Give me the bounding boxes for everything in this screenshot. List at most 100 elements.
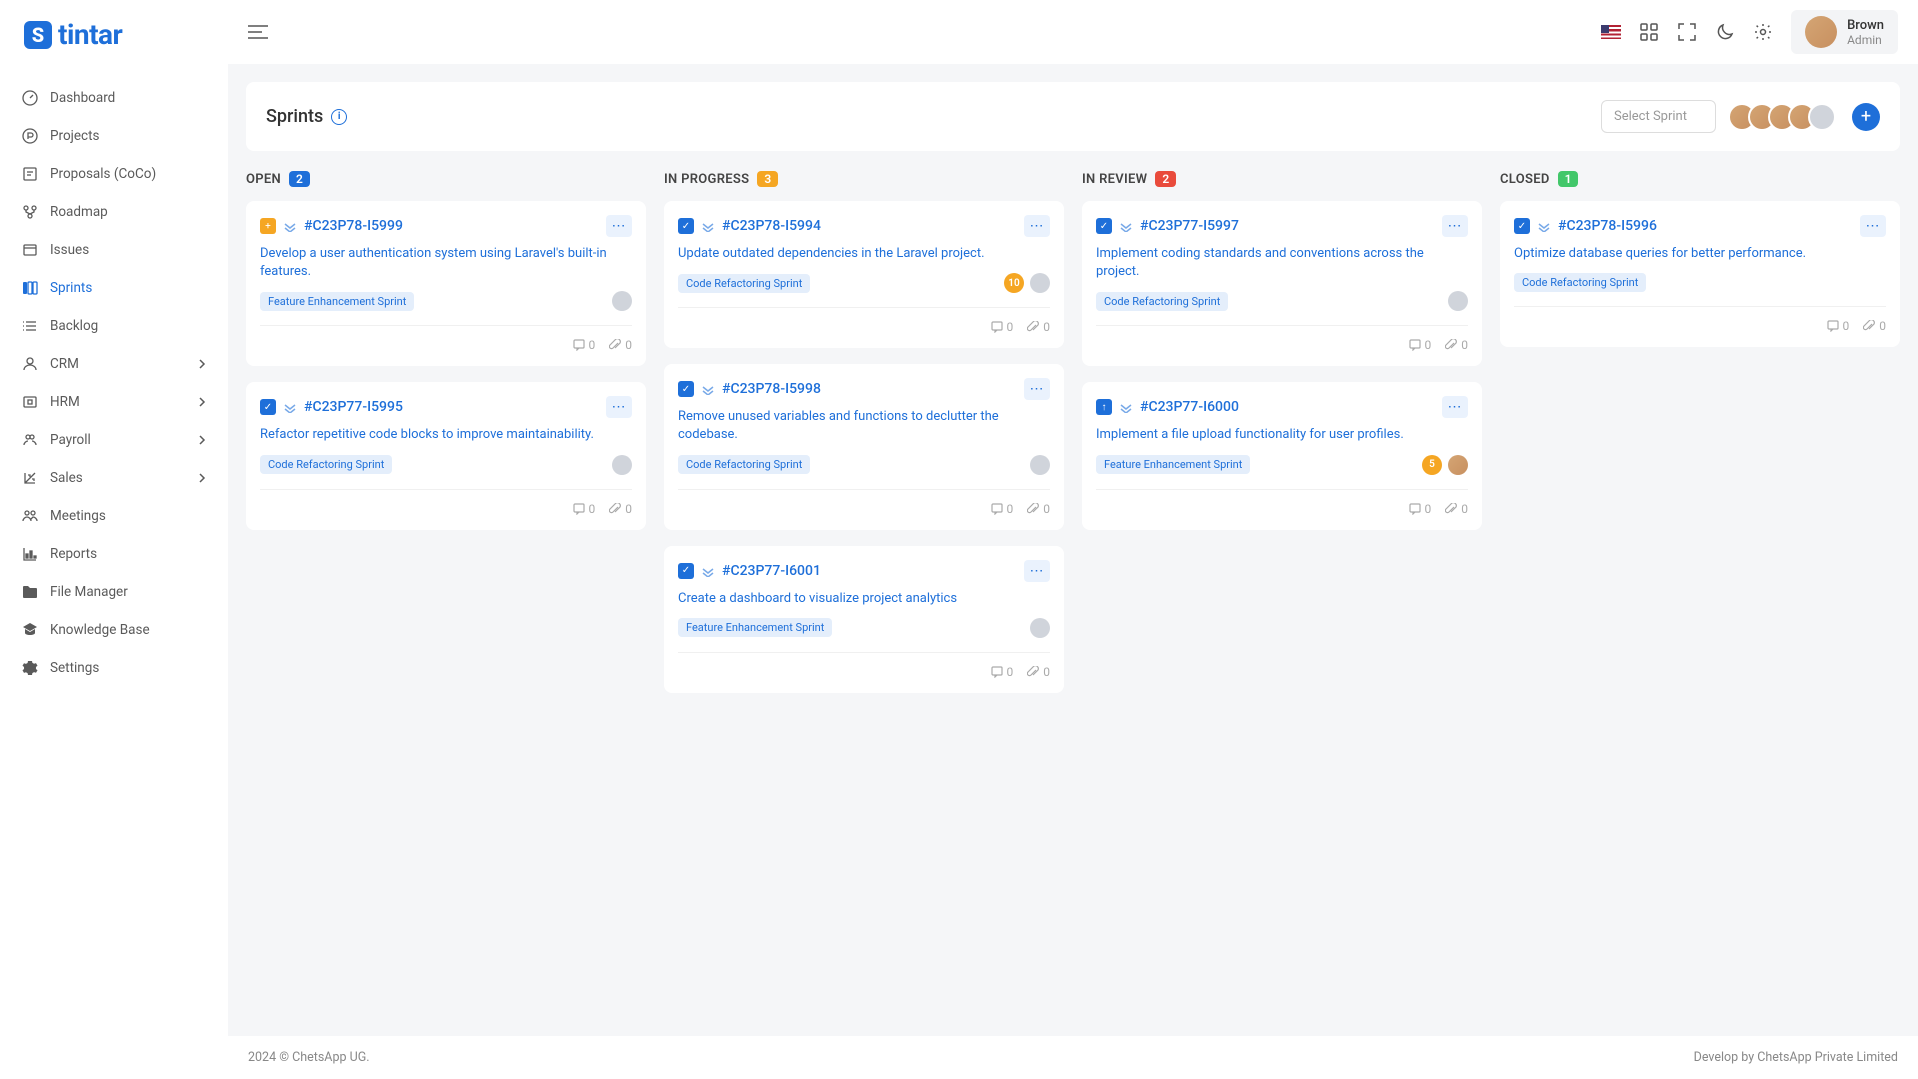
card[interactable]: ✓ #C23P78-I5998 ⋯ Remove unused variable… — [664, 364, 1064, 529]
page-header: Sprints i Select Sprint + — [246, 82, 1900, 151]
column-title: CLOSED — [1500, 172, 1550, 187]
card[interactable]: ✓ #C23P77-I6001 ⋯ Create a dashboard to … — [664, 546, 1064, 693]
avatar-stack[interactable] — [1728, 103, 1836, 131]
sidebar-item-hrm[interactable]: HRM — [0, 383, 228, 421]
card-menu-button[interactable]: ⋯ — [1442, 215, 1468, 237]
footer-right: Develop by ChetsApp Private Limited — [1694, 1050, 1898, 1065]
card-description: Develop a user authentication system usi… — [260, 245, 632, 281]
avatar — [1805, 16, 1837, 48]
logo[interactable]: tintar — [0, 0, 228, 69]
user-role: Admin — [1847, 33, 1884, 47]
sidebar-item-proposals-coco-[interactable]: Proposals (CoCo) — [0, 155, 228, 193]
sidebar-item-knowledge-base[interactable]: Knowledge Base — [0, 611, 228, 649]
sidebar-item-payroll[interactable]: Payroll — [0, 421, 228, 459]
task-type-icon: ✓ — [678, 381, 694, 397]
sidebar-item-label: Dashboard — [50, 90, 115, 106]
crm-icon — [22, 356, 38, 372]
assignee-avatar[interactable] — [1030, 273, 1050, 293]
sprint-select[interactable]: Select Sprint — [1601, 100, 1716, 133]
menu-toggle-icon[interactable] — [248, 24, 268, 40]
sidebar-item-sprints[interactable]: Sprints — [0, 269, 228, 307]
sidebar-item-backlog[interactable]: Backlog — [0, 307, 228, 345]
chevron-right-icon — [198, 359, 206, 369]
proposal-icon — [22, 166, 38, 182]
sales-icon — [22, 470, 38, 486]
sidebar-item-issues[interactable]: Issues — [0, 231, 228, 269]
assignee-avatar[interactable] — [1030, 618, 1050, 638]
assignee-avatar[interactable] — [1030, 455, 1050, 475]
card-menu-button[interactable]: ⋯ — [1024, 560, 1050, 582]
card[interactable]: ↑ #C23P77-I6000 ⋯ Implement a file uploa… — [1082, 382, 1482, 529]
priority-icon — [284, 401, 296, 413]
sprint-tag: Feature Enhancement Sprint — [678, 618, 832, 637]
dark-mode-icon[interactable] — [1715, 22, 1735, 42]
task-type-icon: ✓ — [678, 218, 694, 234]
card-menu-button[interactable]: ⋯ — [1024, 215, 1050, 237]
nav: Dashboard Projects Proposals (CoCo) Roadmap… — [0, 69, 228, 1079]
footer-left: 2024 © ChetsApp UG. — [248, 1050, 370, 1065]
priority-icon — [702, 220, 714, 232]
sidebar-item-sales[interactable]: Sales — [0, 459, 228, 497]
assignee-avatar[interactable] — [612, 291, 632, 311]
comments-count: 0 — [1409, 338, 1432, 352]
card-description: Implement a file upload functionality fo… — [1096, 426, 1468, 444]
card[interactable]: + #C23P78-I5999 ⋯ Develop a user authent… — [246, 201, 646, 366]
attachments-count: 0 — [1027, 665, 1050, 679]
card[interactable]: ✓ #C23P77-I5997 ⋯ Implement coding stand… — [1082, 201, 1482, 366]
attachments-count: 0 — [1863, 319, 1886, 333]
card-menu-button[interactable]: ⋯ — [1024, 378, 1050, 400]
priority-icon — [284, 220, 296, 232]
card-menu-button[interactable]: ⋯ — [606, 215, 632, 237]
attachments-count: 0 — [1027, 502, 1050, 516]
card-id: #C23P77-I5995 — [304, 399, 403, 415]
column-in-progress: IN PROGRESS3 ✓ #C23P78-I5994 ⋯ Update ou… — [664, 171, 1064, 1018]
page-title: Sprints — [266, 106, 323, 127]
sidebar-item-label: Knowledge Base — [50, 622, 150, 638]
attachments-count: 0 — [609, 502, 632, 516]
sidebar-item-label: Roadmap — [50, 204, 108, 220]
sprint-tag: Code Refactoring Sprint — [1096, 292, 1228, 311]
sidebar: tintar Dashboard Projects Proposals (CoCo)… — [0, 0, 228, 1079]
grid-icon[interactable] — [1639, 22, 1659, 42]
sidebar-item-label: Sales — [50, 470, 83, 486]
card[interactable]: ✓ #C23P78-I5996 ⋯ Optimize database quer… — [1500, 201, 1900, 347]
gear-icon[interactable] — [1753, 22, 1773, 42]
assignee-avatar[interactable] — [1448, 455, 1468, 475]
sprint-tag: Code Refactoring Sprint — [678, 455, 810, 474]
story-points: 5 — [1422, 455, 1442, 475]
footer: 2024 © ChetsApp UG. Develop by ChetsApp … — [228, 1036, 1918, 1079]
language-flag-icon[interactable] — [1601, 25, 1621, 39]
card-menu-button[interactable]: ⋯ — [1442, 396, 1468, 418]
card-menu-button[interactable]: ⋯ — [1860, 215, 1886, 237]
sidebar-item-label: Proposals (CoCo) — [50, 166, 156, 182]
sidebar-item-projects[interactable]: Projects — [0, 117, 228, 155]
assignee-avatar[interactable] — [612, 455, 632, 475]
card[interactable]: ✓ #C23P77-I5995 ⋯ Refactor repetitive co… — [246, 382, 646, 529]
card[interactable]: ✓ #C23P78-I5994 ⋯ Update outdated depend… — [664, 201, 1064, 348]
fullscreen-icon[interactable] — [1677, 22, 1697, 42]
assignee-avatar[interactable] — [1448, 291, 1468, 311]
priority-icon — [1120, 220, 1132, 232]
sidebar-item-dashboard[interactable]: Dashboard — [0, 79, 228, 117]
sidebar-item-meetings[interactable]: Meetings — [0, 497, 228, 535]
sidebar-item-settings[interactable]: Settings — [0, 649, 228, 687]
gauge-icon — [22, 90, 38, 106]
info-icon[interactable]: i — [331, 109, 347, 125]
sidebar-item-roadmap[interactable]: Roadmap — [0, 193, 228, 231]
user-name: Brown — [1847, 18, 1884, 33]
card-menu-button[interactable]: ⋯ — [606, 396, 632, 418]
column-title: OPEN — [246, 172, 281, 187]
sidebar-item-file-manager[interactable]: File Manager — [0, 573, 228, 611]
sidebar-item-reports[interactable]: Reports — [0, 535, 228, 573]
issues-icon — [22, 242, 38, 258]
user-menu[interactable]: Brown Admin — [1791, 10, 1898, 54]
card-description: Implement coding standards and conventio… — [1096, 245, 1468, 281]
column-count-badge: 2 — [1155, 171, 1176, 187]
story-points: 10 — [1004, 273, 1024, 293]
card-id: #C23P78-I5996 — [1558, 218, 1657, 234]
column-count-badge: 1 — [1558, 171, 1579, 187]
add-button[interactable]: + — [1852, 103, 1880, 131]
sprint-tag: Feature Enhancement Sprint — [260, 292, 414, 311]
sidebar-item-label: HRM — [50, 394, 80, 410]
sidebar-item-crm[interactable]: CRM — [0, 345, 228, 383]
